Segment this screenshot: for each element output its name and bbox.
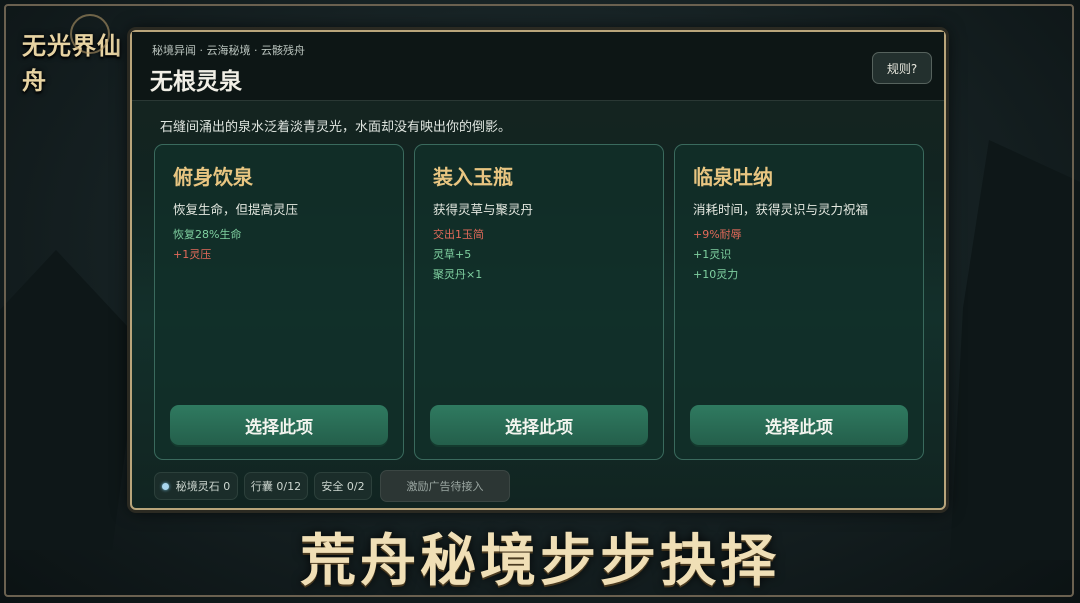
event-panel: 秘境异闻 · 云海秘境 · 云骸残舟 无根灵泉 规则? 石缝间涌出的泉水泛着淡青… [130,30,946,510]
effect-item: 聚灵丹×1 [433,268,483,281]
background-rock-right [950,140,1080,560]
spirit-stones-counter: 秘境灵石 0 [154,472,238,500]
option-effects: 交出1玉简 灵草+5 聚灵丹×1 [433,225,484,285]
spirit-stone-icon [161,482,169,490]
option-list: 俯身饮泉 恢复生命，但提高灵压 恢复28%生命 +1灵压 选择此项 装入玉瓶 获… [154,144,926,462]
option-effects: 恢复28%生命 +1灵压 [173,225,241,265]
background-rock-left [0,250,140,550]
choose-option-button[interactable]: 选择此项 [690,405,908,445]
rewarded-ad-button[interactable]: 激励广告待接入 [380,470,510,502]
option-effects: +9%耐辱 +1灵识 +10灵力 [693,225,742,285]
effect-item: +10灵力 [693,268,739,281]
rules-button[interactable]: 规则? [872,52,932,84]
option-subtitle: 消耗时间，获得灵识与灵力祝福 [693,202,869,217]
effect-item: +1灵识 [693,248,732,261]
effect-item: 恢复28%生命 [173,228,242,241]
panel-header: 秘境异闻 · 云海秘境 · 云骸残舟 无根灵泉 规则? [132,32,944,101]
choose-option-button[interactable]: 选择此项 [430,405,648,445]
option-card-drink: 俯身饮泉 恢复生命，但提高灵压 恢复28%生命 +1灵压 选择此项 [154,144,404,460]
effect-item: +1灵压 [173,248,212,261]
option-title: 装入玉瓶 [433,165,513,189]
breadcrumb: 秘境异闻 · 云海秘境 · 云骸残舟 [152,44,305,57]
choose-option-button[interactable]: 选择此项 [170,405,388,445]
safety-counter: 安全 0/2 [314,472,372,500]
event-description: 石缝间涌出的泉水泛着淡青灵光，水面却没有映出你的倒影。 [160,120,512,135]
option-subtitle: 获得灵草与聚灵丹 [433,202,534,217]
effect-item: +9%耐辱 [693,228,742,241]
logo-ring [70,14,110,54]
effect-item: 交出1玉简 [433,228,484,241]
option-title: 临泉吐纳 [693,165,773,189]
spirit-stones-label: 秘境灵石 0 [175,480,231,493]
event-title: 无根灵泉 [150,69,242,95]
promo-banner: 荒舟秘境步步抉择 [300,527,780,594]
game-logo: 无光界仙舟 [22,14,142,95]
option-card-bottle: 装入玉瓶 获得灵草与聚灵丹 交出1玉简 灵草+5 聚灵丹×1 选择此项 [414,144,664,460]
bag-counter: 行囊 0/12 [244,472,308,500]
option-subtitle: 恢复生命，但提高灵压 [173,202,299,217]
effect-item: 灵草+5 [433,248,472,261]
option-card-breathe: 临泉吐纳 消耗时间，获得灵识与灵力祝福 +9%耐辱 +1灵识 +10灵力 选择此… [674,144,924,460]
option-title: 俯身饮泉 [173,165,253,189]
